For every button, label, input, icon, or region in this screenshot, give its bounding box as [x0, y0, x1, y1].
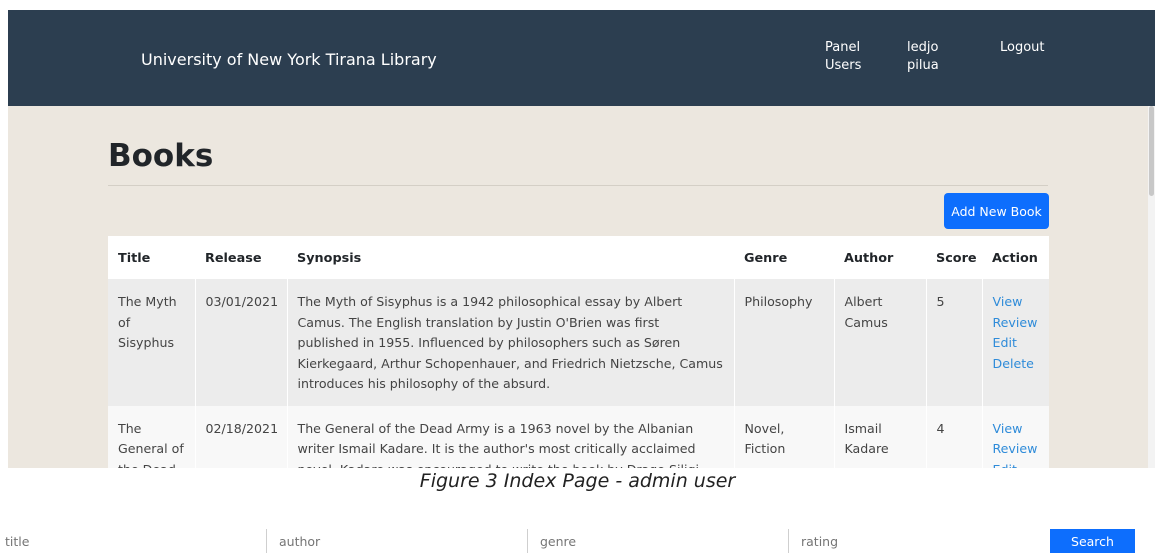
title-divider: [108, 185, 1048, 186]
user-menu[interactable]: ledjo pilua: [907, 39, 939, 75]
logout-label: Logout: [1000, 40, 1045, 55]
user-last-name: pilua: [907, 58, 939, 73]
cell-author: Ismail Kadare: [834, 405, 927, 468]
cell-score: 4: [926, 405, 983, 468]
scrollbar-thumb[interactable]: [1149, 106, 1154, 196]
edit-link[interactable]: Edit: [993, 333, 1040, 354]
view-link[interactable]: View: [993, 419, 1040, 440]
logout-link[interactable]: Logout: [1000, 39, 1045, 57]
review-link[interactable]: Review: [993, 439, 1040, 460]
cell-release: 02/18/2021: [195, 405, 288, 468]
page-title: Books: [108, 138, 214, 174]
genre-search-input[interactable]: [527, 529, 788, 553]
add-new-book-button[interactable]: Add New Book: [944, 193, 1049, 229]
books-table-wrapper: Title Release Synopsis Genre Author Scor…: [108, 236, 1049, 468]
author-search-input[interactable]: [266, 529, 525, 553]
header-genre: Genre: [734, 236, 834, 279]
cell-genre: Philosophy: [734, 279, 835, 406]
cell-actions: View Review Edit: [982, 405, 1049, 469]
table-header-row: Title Release Synopsis Genre Author Scor…: [108, 236, 1049, 279]
header-synopsis: Synopsis: [287, 236, 734, 279]
edit-link[interactable]: Edit: [993, 460, 1040, 469]
view-link[interactable]: View: [993, 292, 1040, 313]
search-bar: Search: [0, 525, 1155, 554]
books-table: Title Release Synopsis Genre Author Scor…: [108, 236, 1049, 468]
cell-score: 5: [926, 279, 983, 406]
cell-synopsis: The General of the Dead Army is a 1963 n…: [287, 405, 735, 468]
cell-genre: Novel, Fiction: [734, 405, 835, 468]
delete-link[interactable]: Delete: [993, 354, 1040, 375]
cell-release: 03/01/2021: [195, 279, 288, 406]
user-first-name: ledjo: [907, 40, 939, 55]
title-search-input[interactable]: [0, 529, 265, 553]
table-row: The Myth of Sisyphus 03/01/2021 The Myth…: [108, 279, 1049, 406]
cell-synopsis: The Myth of Sisyphus is a 1942 philosoph…: [287, 279, 735, 406]
nav-panel-label: Panel: [825, 40, 861, 55]
table-row: The General of the Dead Army 02/18/2021 …: [108, 405, 1049, 469]
cell-title: The General of the Dead Army: [108, 405, 196, 468]
figure-caption: Figure 3 Index Page - admin user: [419, 470, 736, 492]
rating-search-input[interactable]: [788, 529, 1048, 553]
nav-panel-users-link[interactable]: Panel Users: [825, 39, 861, 75]
review-link[interactable]: Review: [993, 313, 1040, 334]
header-author: Author: [834, 236, 926, 279]
navbar: University of New York Tirana Library Pa…: [8, 10, 1155, 106]
header-title: Title: [108, 236, 195, 279]
header-action: Action: [982, 236, 1049, 279]
page-scrollbar[interactable]: [1148, 106, 1155, 468]
brand-link[interactable]: University of New York Tirana Library: [141, 50, 437, 69]
header-release: Release: [195, 236, 287, 279]
cell-actions: View Review Edit Delete: [982, 279, 1049, 406]
search-button[interactable]: Search: [1050, 529, 1135, 553]
cell-title: The Myth of Sisyphus: [108, 279, 196, 406]
header-score: Score: [926, 236, 982, 279]
nav-users-label: Users: [825, 58, 862, 73]
app-screenshot: University of New York Tirana Library Pa…: [8, 10, 1155, 468]
cell-author: Albert Camus: [834, 279, 927, 406]
